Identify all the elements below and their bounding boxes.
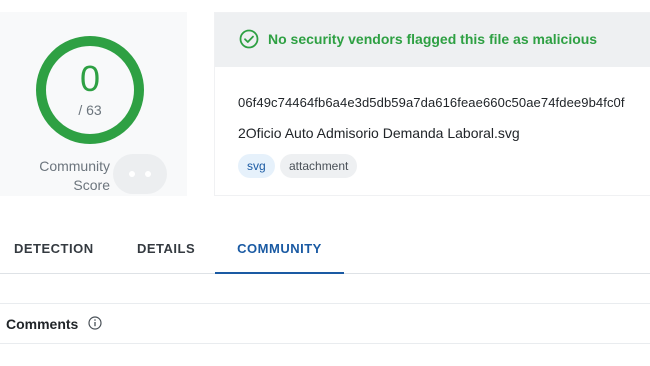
verdict-text: No security vendors flagged this file as… bbox=[268, 31, 598, 47]
comments-title: Comments bbox=[6, 316, 79, 332]
tab-details[interactable]: DETAILS bbox=[137, 228, 195, 274]
file-hash[interactable]: 06f49c74464fb6a4e3d5db59a7da616feae660c5… bbox=[238, 95, 625, 110]
check-circle-icon bbox=[239, 29, 259, 49]
detection-score: 0 bbox=[79, 58, 101, 99]
detection-total: / 63 bbox=[78, 102, 102, 118]
community-label-line2: Score bbox=[73, 177, 110, 193]
tab-community[interactable]: COMMUNITY bbox=[215, 228, 344, 274]
tag-attachment[interactable]: attachment bbox=[280, 154, 358, 178]
tab-detection[interactable]: DETECTION bbox=[14, 228, 94, 274]
community-score-widget[interactable] bbox=[113, 154, 167, 194]
report-tabs: DETECTION DETAILS COMMUNITY bbox=[0, 228, 650, 274]
score-panel: 0 / 63 Community Score bbox=[0, 12, 187, 196]
file-name: 2Oficio Auto Admisorio Demanda Laboral.s… bbox=[238, 125, 520, 141]
file-info-panel: No security vendors flagged this file as… bbox=[214, 12, 650, 196]
community-label-line1: Community bbox=[39, 158, 110, 174]
tag-svg[interactable]: svg bbox=[238, 154, 275, 178]
comments-section-header: Comments bbox=[0, 303, 650, 344]
community-score-label: Community Score bbox=[20, 157, 110, 195]
verdict-banner: No security vendors flagged this file as… bbox=[215, 13, 650, 67]
info-icon[interactable] bbox=[88, 316, 102, 330]
